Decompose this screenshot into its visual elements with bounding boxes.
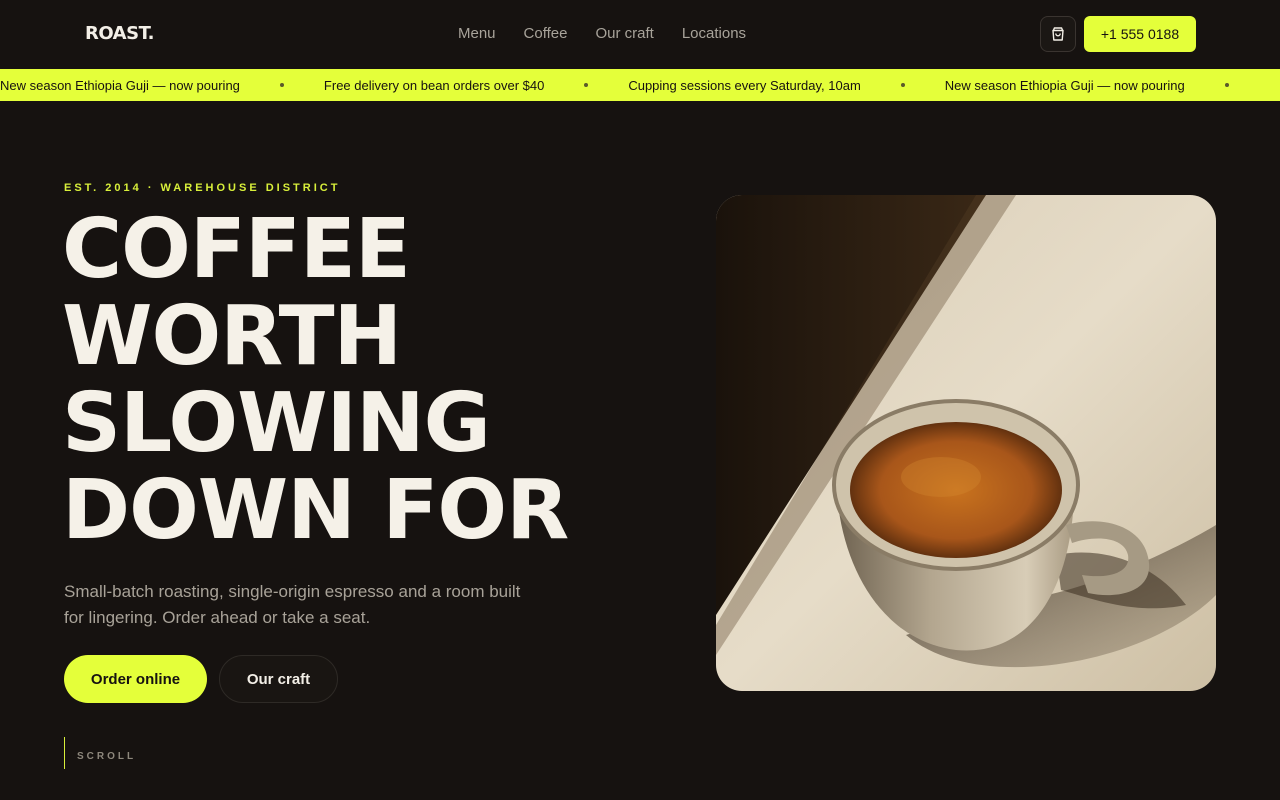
ticker-item: New season Ethiopia Guji — now pouring [944, 77, 1185, 93]
main-nav: Menu Coffee Our craft Locations [458, 25, 746, 42]
ticker-separator [1224, 83, 1229, 87]
hero-headline: COFFEE WORTH SLOWING DOWN FOR [62, 206, 702, 554]
espresso-cup-illustration [716, 195, 1216, 691]
phone-button[interactable]: +1 555 0188 [1084, 16, 1196, 52]
order-online-button[interactable]: Order online [64, 655, 207, 703]
scroll-indicator[interactable]: SCROLL [64, 737, 136, 769]
headline-line: COFFEE [62, 202, 411, 297]
hero-eyebrow: EST. 2014 · WAREHOUSE DISTRICT [64, 182, 341, 194]
hero-image-espresso-cup [716, 195, 1216, 691]
headline-line: WORTH [62, 289, 402, 384]
nav-link-our-craft[interactable]: Our craft [595, 25, 653, 42]
ticker-item: New season Ethiopia Guji — now pouring [0, 77, 240, 93]
nav-link-locations[interactable]: Locations [682, 25, 746, 42]
ticker-separator [279, 83, 284, 87]
ticker-item: Cupping sessions every Saturday, 10am [628, 77, 861, 93]
headline-line: SLOWING [62, 376, 491, 471]
cart-button[interactable] [1040, 16, 1076, 52]
our-craft-button[interactable]: Our craft [219, 655, 338, 703]
nav-link-menu[interactable]: Menu [458, 25, 496, 42]
headline-line: DOWN FOR [62, 463, 569, 558]
ticker-item: Free delivery on bean orders over $40 [323, 77, 545, 93]
nav-link-coffee[interactable]: Coffee [524, 25, 568, 42]
hero-description: Small-batch roasting, single-origin espr… [64, 582, 521, 627]
scroll-label: SCROLL [77, 751, 137, 762]
ticker-separator [584, 83, 589, 87]
announcement-ticker: New season Ethiopia Guji — now pouring F… [0, 69, 1280, 101]
site-header: ROAST. Menu Coffee Our craft Locations +… [0, 0, 1280, 69]
ticker-separator [900, 83, 905, 87]
site-logo[interactable]: ROAST. [85, 23, 154, 44]
shopping-bag-icon [1052, 27, 1064, 41]
ticker-track: New season Ethiopia Guji — now pouring F… [0, 69, 1269, 101]
